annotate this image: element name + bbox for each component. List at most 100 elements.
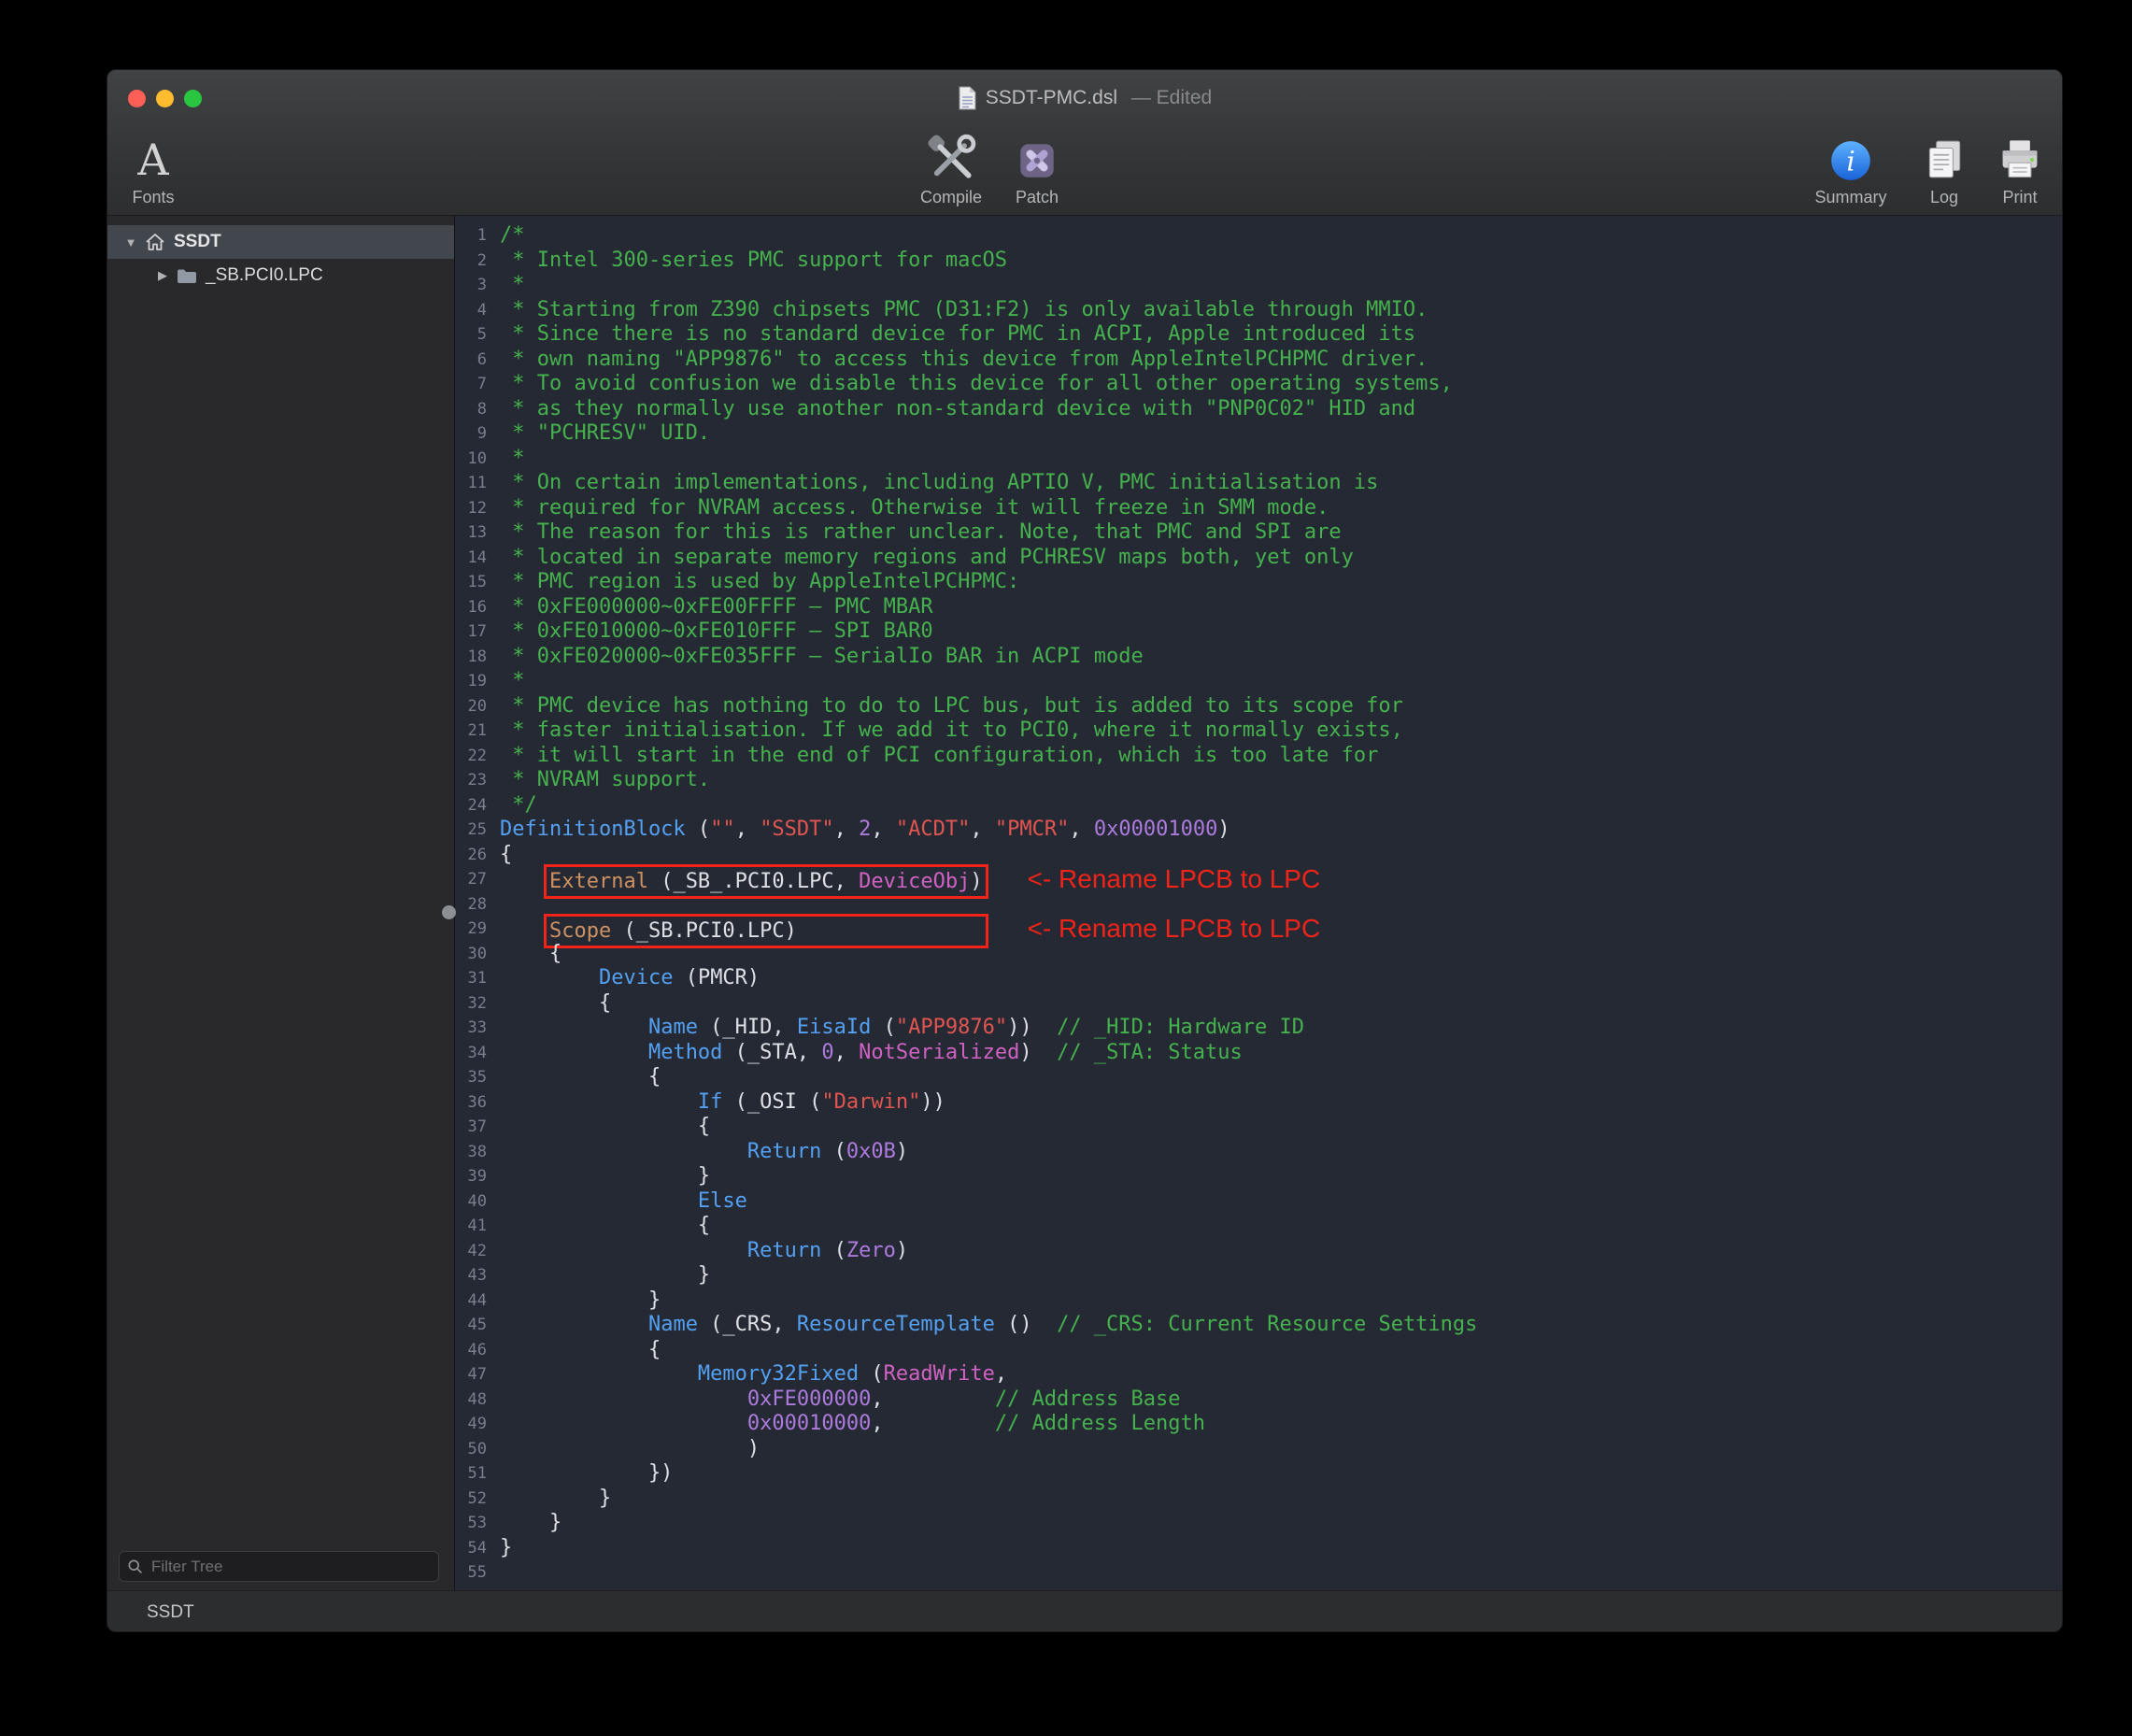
- code-line-text: * NVRAM support.: [487, 768, 710, 793]
- line-number: 15: [455, 570, 487, 595]
- code-line: 12 * required for NVRAM access. Otherwis…: [455, 496, 2062, 521]
- code-line-text: {: [487, 991, 611, 1017]
- fonts-button[interactable]: A Fonts: [107, 130, 205, 207]
- code-line-text: }: [487, 1288, 661, 1314]
- code-line: 42 Return (Zero): [455, 1239, 2062, 1264]
- window-chrome: SSDT-PMC.dsl — Edited A Fonts Compil: [107, 70, 2062, 216]
- code-line: 4 * Starting from Z390 chipsets PMC (D31…: [455, 298, 2062, 323]
- status-path: SSDT: [147, 1602, 194, 1623]
- code-line: 35 {: [455, 1065, 2062, 1090]
- summary-button[interactable]: i Summary: [1799, 130, 1902, 207]
- minimize-button[interactable]: [156, 90, 174, 107]
- line-number: 29: [455, 917, 487, 942]
- disclosure-open-icon[interactable]: ▼: [121, 235, 141, 249]
- code-line-text: {: [487, 1214, 710, 1239]
- zoom-button[interactable]: [184, 90, 202, 107]
- print-button[interactable]: Print: [1969, 130, 2063, 207]
- line-number: 49: [455, 1412, 487, 1437]
- code-line-text: * To avoid confusion we disable this dev…: [487, 372, 1453, 397]
- rename-annotation: <- Rename LPCB to LPC: [1028, 864, 1321, 893]
- code-line-text: ): [487, 1437, 760, 1462]
- line-number: 7: [455, 372, 487, 397]
- line-number: 46: [455, 1338, 487, 1363]
- window-title-edited: — Edited: [1126, 87, 1212, 109]
- filter-tree-input[interactable]: [119, 1551, 439, 1582]
- patch-button[interactable]: Patch: [986, 130, 1088, 207]
- sidebar-item-lpc[interactable]: ▶ _SB.PCI0.LPC: [107, 259, 454, 292]
- line-number: 30: [455, 942, 487, 967]
- code-line: 47 Memory32Fixed (ReadWrite,: [455, 1362, 2062, 1387]
- code-line-text: }: [487, 1511, 561, 1536]
- code-line: 36 If (_OSI ("Darwin")): [455, 1090, 2062, 1116]
- code-line: 32 {: [455, 991, 2062, 1017]
- code-line-text: * 0xFE000000~0xFE00FFFF — PMC MBAR: [487, 595, 933, 620]
- rename-highlight-box: Scope (_SB.PCI0.LPC): [549, 919, 983, 943]
- line-number: 23: [455, 768, 487, 793]
- code-line: 1/*: [455, 223, 2062, 249]
- line-number: 4: [455, 298, 487, 323]
- code-line: 52 }: [455, 1487, 2062, 1512]
- code-line-text: {: [487, 1338, 661, 1363]
- window-title-text: SSDT-PMC.dsl: [986, 87, 1117, 109]
- code-line: 40 Else: [455, 1189, 2062, 1215]
- titlebar: SSDT-PMC.dsl — Edited: [107, 70, 2062, 126]
- line-number: 22: [455, 744, 487, 769]
- line-number: 33: [455, 1016, 487, 1041]
- line-number: 10: [455, 447, 487, 472]
- code-line-text: * it will start in the end of PCI config…: [487, 744, 1378, 769]
- code-line-text: * Since there is no standard device for …: [487, 322, 1415, 348]
- line-number: 6: [455, 348, 487, 373]
- close-button[interactable]: [128, 90, 146, 107]
- line-number: 25: [455, 818, 487, 843]
- code-line: 51 }): [455, 1461, 2062, 1487]
- line-number: 54: [455, 1536, 487, 1561]
- line-number: 27: [455, 867, 487, 892]
- code-line-text: * PMC device has nothing to do to LPC bu…: [487, 694, 1403, 719]
- code-line-text: 0xFE000000, // Address Base: [487, 1387, 1181, 1413]
- code-line-text: * Intel 300-series PMC support for macOS: [487, 249, 1007, 274]
- code-line-text: Memory32Fixed (ReadWrite,: [487, 1362, 1007, 1387]
- code-line-text: {: [487, 1115, 710, 1140]
- line-number: 42: [455, 1239, 487, 1264]
- code-line: 23 * NVRAM support.: [455, 768, 2062, 793]
- code-line: 41 {: [455, 1214, 2062, 1239]
- code-line-text: *: [487, 669, 525, 694]
- disclosure-closed-icon[interactable]: ▶: [152, 268, 173, 283]
- code-line-text: * The reason for this is rather unclear.…: [487, 520, 1342, 546]
- code-lines: 1/*2 * Intel 300-series PMC support for …: [455, 216, 2062, 1586]
- code-line-text: Name (_HID, EisaId ("APP9876")) // _HID:…: [487, 1016, 1304, 1041]
- line-number: 31: [455, 966, 487, 991]
- line-number: 14: [455, 546, 487, 571]
- line-number: 13: [455, 520, 487, 546]
- code-editor[interactable]: 1/*2 * Intel 300-series PMC support for …: [455, 216, 2062, 1590]
- code-line: 45 Name (_CRS, ResourceTemplate () // _C…: [455, 1313, 2062, 1338]
- code-line: 11 * On certain implementations, includi…: [455, 471, 2062, 496]
- line-number: 21: [455, 719, 487, 744]
- sidebar-item-label: _SB.PCI0.LPC: [206, 265, 323, 286]
- code-line-text: * located in separate memory regions and…: [487, 546, 1354, 571]
- code-line-text: [487, 892, 500, 918]
- code-line-text: Scope (_SB.PCI0.LPC) <- Rename LPCB to L…: [487, 917, 1320, 942]
- code-line-text: [487, 1560, 500, 1586]
- code-line: 17 * 0xFE010000~0xFE010FFF — SPI BAR0: [455, 619, 2062, 645]
- code-line: 10 *: [455, 447, 2062, 472]
- code-line: 15 * PMC region is used by AppleIntelPCH…: [455, 570, 2062, 595]
- code-line: 54}: [455, 1536, 2062, 1561]
- line-number: 19: [455, 669, 487, 694]
- line-number: 26: [455, 843, 487, 868]
- code-line-text: }): [487, 1461, 673, 1487]
- compile-tools-icon: [925, 132, 977, 184]
- sidebar-item-ssdt[interactable]: ▼ SSDT: [107, 225, 454, 259]
- code-line: 44 }: [455, 1288, 2062, 1314]
- line-number: 2: [455, 249, 487, 274]
- code-line-text: Else: [487, 1189, 747, 1215]
- code-line: 53 }: [455, 1511, 2062, 1536]
- code-line-text: Device (PMCR): [487, 966, 760, 991]
- code-line: 49 0x00010000, // Address Length: [455, 1412, 2062, 1437]
- sidebar-item-label: SSDT: [174, 232, 221, 252]
- code-line-text: }: [487, 1164, 710, 1189]
- code-line-text: If (_OSI ("Darwin")): [487, 1090, 945, 1116]
- code-line: 2 * Intel 300-series PMC support for mac…: [455, 249, 2062, 274]
- code-line: 34 Method (_STA, 0, NotSerialized) // _S…: [455, 1041, 2062, 1066]
- code-line-text: * own naming "APP9876" to access this de…: [487, 348, 1428, 373]
